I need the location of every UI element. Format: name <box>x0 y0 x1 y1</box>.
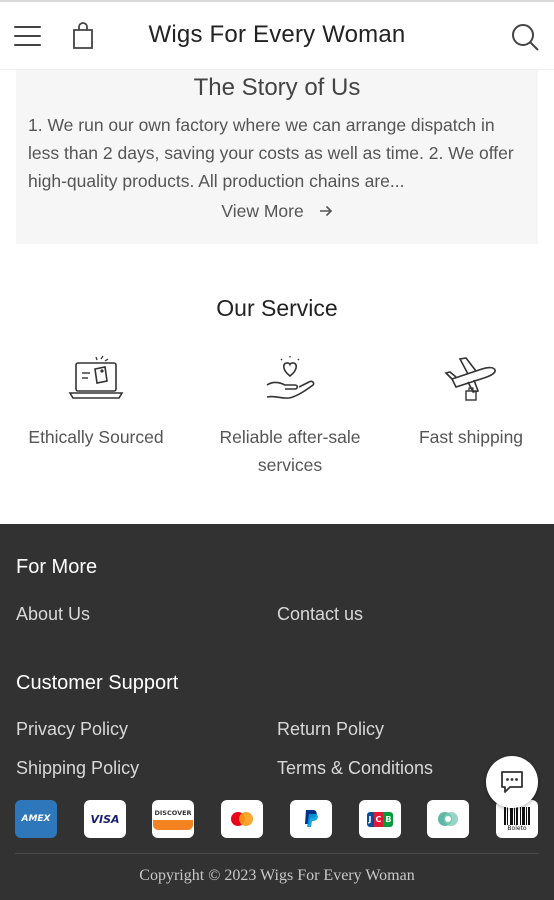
copyright-text: Copyright © 2023 Wigs For Every Woman <box>139 867 415 884</box>
footer-link-terms-conditions[interactable]: Terms & Conditions <box>277 758 433 779</box>
site-footer: For More About Us Contact us Customer Su… <box>0 524 554 900</box>
service-item-fast-shipping: Fast shipping <box>381 355 554 451</box>
chat-button[interactable] <box>486 756 538 808</box>
paypal-icon <box>290 800 332 838</box>
story-section: The Story of Us 1. We run our own factor… <box>16 70 538 244</box>
airplane-package-icon <box>444 357 496 401</box>
story-text: 1. We run our own factory where we can a… <box>28 115 514 191</box>
customer-support-heading: Customer Support <box>16 672 179 694</box>
site-header: Wigs For Every Woman <box>0 2 554 70</box>
service-item-ethically-sourced: Ethically Sourced <box>6 355 186 451</box>
shopping-bag-icon[interactable] <box>70 22 96 50</box>
diners-icon <box>427 800 469 838</box>
mastercard-icon <box>221 800 263 838</box>
service-item-after-sale: Reliable after-sale services <box>200 355 380 479</box>
footer-link-privacy-policy[interactable]: Privacy Policy <box>16 719 128 740</box>
hamburger-menu-icon[interactable] <box>14 24 42 48</box>
for-more-heading: For More <box>16 556 98 578</box>
footer-link-contact-us[interactable]: Contact us <box>277 604 363 625</box>
discover-icon: DISCOVER <box>152 800 194 838</box>
footer-link-shipping-policy[interactable]: Shipping Policy <box>16 758 139 779</box>
visa-icon: VISA <box>84 800 126 838</box>
footer-divider <box>15 853 539 854</box>
amex-icon: AMEX <box>15 800 57 838</box>
service-section-title: Our Service <box>216 295 338 321</box>
story-title: The Story of Us <box>193 74 361 101</box>
search-icon[interactable] <box>510 22 540 52</box>
payment-methods: AMEX VISA DISCOVER J C B Boleto <box>15 800 540 842</box>
footer-link-return-policy[interactable]: Return Policy <box>277 719 384 740</box>
service-label: Fast shipping <box>418 427 524 447</box>
view-more-link[interactable]: View More <box>16 201 538 222</box>
arrow-right-icon <box>319 201 333 222</box>
laptop-tag-icon <box>68 355 124 399</box>
chat-bubble-icon <box>501 771 523 793</box>
service-label: Reliable after-sale services <box>219 427 361 475</box>
footer-link-about-us[interactable]: About Us <box>16 604 90 625</box>
jcb-icon: J C B <box>359 800 401 838</box>
view-more-label: View More <box>221 201 304 221</box>
service-label: Ethically Sourced <box>28 427 164 447</box>
hand-heart-icon <box>266 356 315 399</box>
